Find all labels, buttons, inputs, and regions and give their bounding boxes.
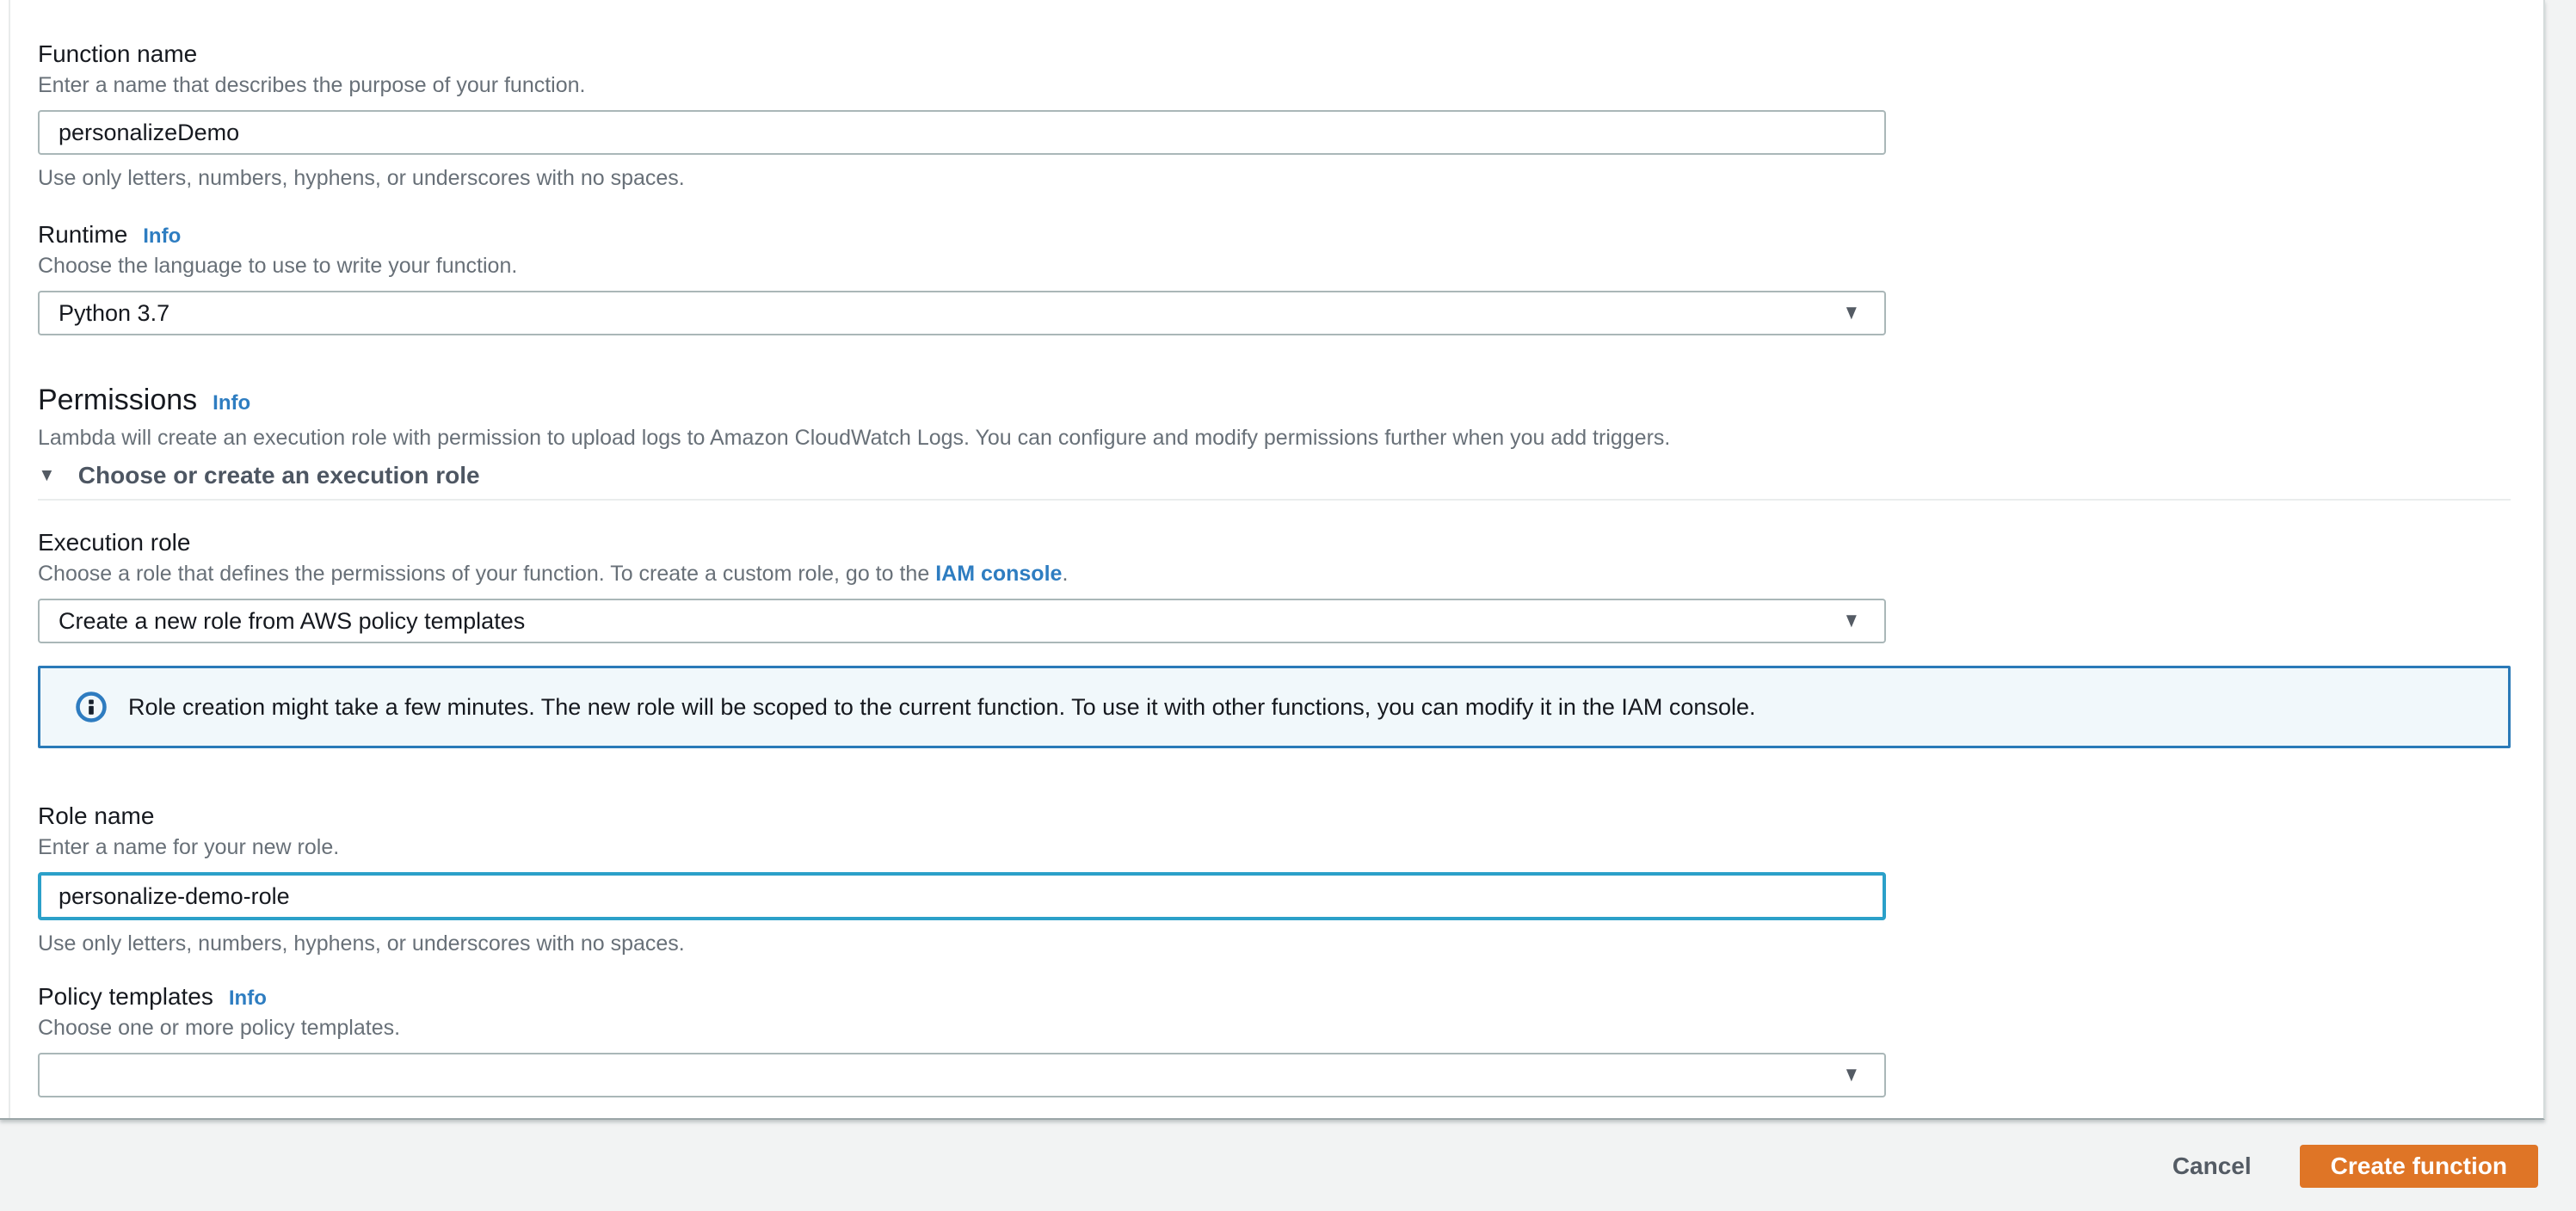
footer-action-bar: Cancel Create function (2172, 1145, 2538, 1188)
function-name-label: Function name (38, 40, 198, 67)
policy-templates-description: Choose one or more policy templates. (38, 1016, 401, 1040)
runtime-label: Runtime (38, 221, 128, 248)
runtime-select-value: Python 3.7 (59, 299, 170, 326)
card-left-hairline (9, 0, 10, 1118)
policy-templates-select[interactable]: ▼ (38, 1053, 1886, 1097)
execution-role-expander[interactable]: ▼ Choose or create an execution role (38, 461, 2511, 490)
role-name-input[interactable] (38, 872, 1886, 920)
policy-templates-info-link[interactable]: Info (229, 987, 267, 1010)
permissions-info-link[interactable]: Info (213, 391, 250, 415)
execution-role-label: Execution role (38, 529, 191, 556)
function-name-helper: Use only letters, numbers, hyphens, or u… (38, 166, 685, 190)
permissions-description: Lambda will create an execution role wit… (38, 426, 1671, 450)
execution-role-description-suffix: . (1062, 562, 1069, 586)
execution-role-description: Choose a role that defines the permissio… (38, 561, 2511, 587)
lambda-create-function-page: Function name Enter a name that describe… (0, 0, 2576, 1211)
info-circle-icon (75, 691, 108, 723)
section-divider (38, 499, 2511, 501)
form-content: Function name Enter a name that describe… (38, 0, 2511, 1097)
policy-templates-label: Policy templates (38, 983, 213, 1010)
permissions-heading: Permissions (38, 384, 198, 416)
role-name-description: Enter a name for your new role. (38, 835, 340, 859)
role-creation-alert: Role creation might take a few minutes. … (38, 666, 2511, 748)
runtime-description: Choose the language to use to write your… (38, 254, 518, 278)
role-name-label: Role name (38, 802, 155, 829)
caret-down-icon: ▼ (1843, 1063, 1861, 1086)
policy-templates-label-row: Policy templates Info (38, 982, 2511, 1011)
execution-role-description-prefix: Choose a role that defines the permissio… (38, 562, 936, 586)
function-name-input[interactable] (38, 110, 1886, 155)
iam-console-link[interactable]: IAM console (935, 562, 1062, 586)
role-creation-alert-text: Role creation might take a few minutes. … (128, 693, 1756, 720)
execution-role-select-value: Create a new role from AWS policy templa… (59, 607, 526, 634)
role-name-helper: Use only letters, numbers, hyphens, or u… (38, 931, 685, 956)
runtime-label-row: Runtime Info (38, 220, 2511, 249)
create-function-card: Function name Enter a name that describe… (0, 0, 2545, 1120)
create-function-button[interactable]: Create function (2299, 1145, 2538, 1188)
triangle-down-icon: ▼ (38, 465, 56, 485)
runtime-select[interactable]: Python 3.7 ▼ (38, 291, 1886, 335)
permissions-heading-row: Permissions Info (38, 382, 2511, 418)
cancel-button[interactable]: Cancel (2172, 1153, 2252, 1180)
caret-down-icon: ▼ (1843, 609, 1861, 632)
function-name-description: Enter a name that describes the purpose … (38, 73, 586, 97)
execution-role-expander-label: Choose or create an execution role (77, 462, 480, 489)
caret-down-icon: ▼ (1843, 301, 1861, 324)
runtime-info-link[interactable]: Info (143, 224, 181, 248)
execution-role-select[interactable]: Create a new role from AWS policy templa… (38, 599, 1886, 643)
